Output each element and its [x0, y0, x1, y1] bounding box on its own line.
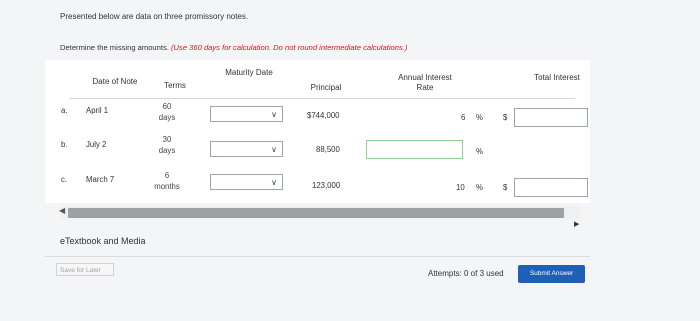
- row-a-terms: 60 days: [150, 101, 184, 123]
- row-a-date: April 1: [86, 106, 109, 115]
- header-total-interest: Total Interest: [534, 73, 580, 82]
- header-maturity-date: Maturity Date: [225, 68, 273, 77]
- row-b-interest-rate-input[interactable]: [366, 140, 463, 159]
- row-a-total-interest-input[interactable]: [514, 108, 588, 127]
- row-a-terms-num: 60: [162, 102, 172, 111]
- instruction-note: (Use 360 days for calculation. Do not ro…: [171, 43, 408, 52]
- row-c-terms-unit: months: [154, 182, 180, 191]
- row-a-percent-sign: %: [476, 113, 483, 122]
- intro-text: Presented below are data on three promis…: [60, 12, 249, 21]
- instruction-text: Determine the missing amounts. (Use 360 …: [60, 43, 407, 52]
- chevron-down-icon: ∨: [271, 110, 277, 119]
- submit-answer-button[interactable]: Submit Answer: [518, 265, 585, 283]
- attempts-counter: Attempts: 0 of 3 used: [428, 269, 504, 278]
- row-a-principal: $744,000: [307, 111, 340, 120]
- etextbook-divider: [45, 256, 590, 257]
- row-a-letter: a.: [61, 106, 68, 115]
- row-c-maturity-select[interactable]: ∨: [210, 174, 283, 190]
- row-c-principal: 123,000: [312, 181, 341, 190]
- instruction-plain: Determine the missing amounts.: [60, 43, 169, 52]
- row-b-terms-num: 30: [162, 135, 172, 144]
- header-date-of-note: Date of Note: [92, 77, 138, 86]
- scroll-right-arrow-icon[interactable]: ▶: [574, 220, 579, 228]
- header-terms: Terms: [164, 81, 186, 90]
- row-c-terms-num: 6: [164, 171, 170, 180]
- row-c-dollar-sign: $: [503, 183, 508, 192]
- row-b-letter: b.: [61, 140, 68, 149]
- row-c-rate-value: 10: [456, 183, 465, 192]
- row-b-maturity-select[interactable]: ∨: [210, 141, 283, 157]
- save-for-later-button[interactable]: Save for Later: [56, 263, 114, 276]
- row-c-date: March 7: [86, 175, 115, 184]
- scrollbar-thumb[interactable]: [68, 208, 564, 218]
- row-a-maturity-select[interactable]: ∨: [210, 106, 283, 122]
- row-c-total-interest-input[interactable]: [514, 178, 588, 197]
- row-c-letter: c.: [61, 175, 68, 184]
- row-b-percent-sign: %: [476, 147, 483, 156]
- row-b-terms-unit: days: [158, 146, 176, 155]
- row-a-dollar-sign: $: [503, 113, 508, 122]
- row-b-terms: 30 days: [150, 134, 184, 156]
- header-annual-interest-rate: Annual Interest Rate: [398, 73, 452, 92]
- row-c-terms: 6 months: [150, 170, 184, 192]
- etextbook-media-link[interactable]: eTextbook and Media: [60, 236, 146, 246]
- scroll-left-arrow-icon[interactable]: ◀: [59, 206, 65, 215]
- row-b-principal: 88,500: [316, 145, 340, 154]
- row-a-rate-value: 6: [461, 113, 466, 122]
- row-a-terms-unit: days: [158, 113, 176, 122]
- row-c-percent-sign: %: [476, 183, 483, 192]
- header-divider: [70, 98, 575, 99]
- header-principal: Principal: [310, 83, 342, 92]
- row-b-date: July 2: [86, 140, 107, 149]
- chevron-down-icon: ∨: [271, 178, 277, 187]
- chevron-down-icon: ∨: [271, 145, 277, 154]
